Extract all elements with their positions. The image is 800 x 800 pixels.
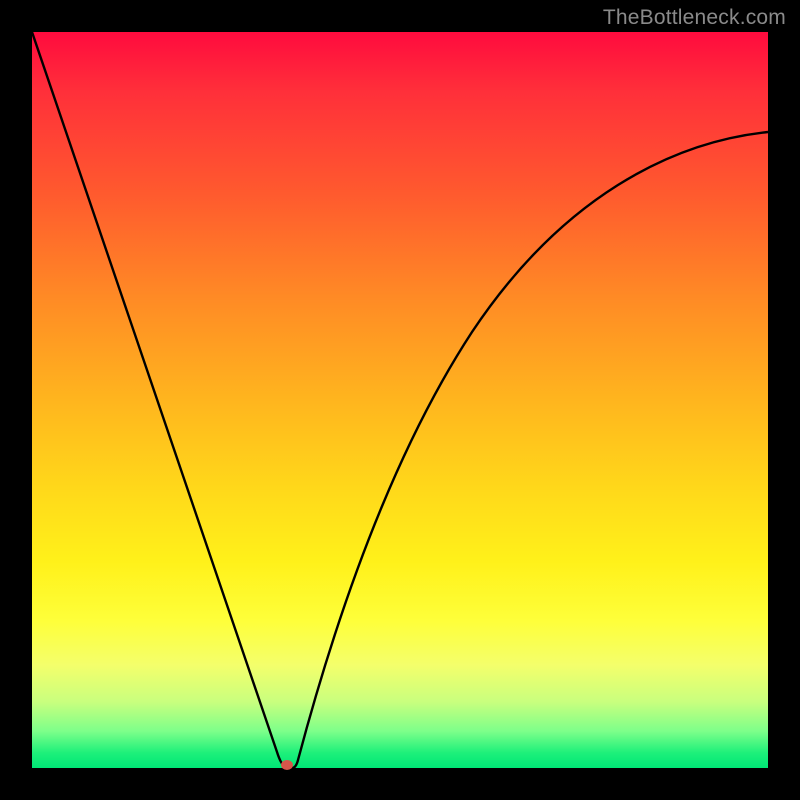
plot-area	[32, 32, 768, 768]
curve-svg	[32, 32, 768, 768]
min-marker	[281, 760, 293, 770]
bottleneck-curve	[32, 32, 768, 768]
watermark-text: TheBottleneck.com	[603, 6, 786, 30]
chart-frame: TheBottleneck.com	[0, 0, 800, 800]
